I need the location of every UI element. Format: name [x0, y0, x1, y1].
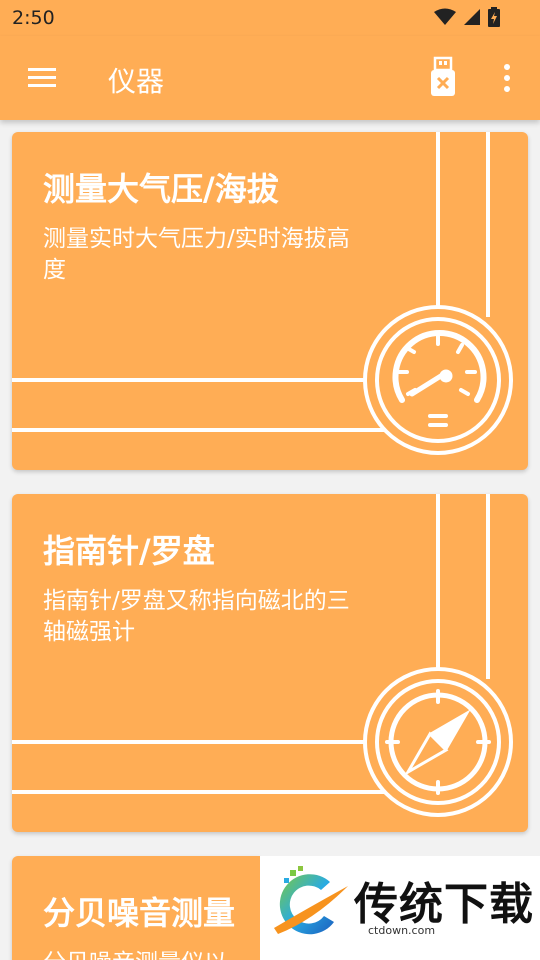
card-decibel[interactable]: 分贝噪音测量 分贝噪音测量仪以 [12, 856, 260, 960]
usb-off-icon[interactable] [428, 56, 458, 98]
signal-icon [464, 9, 480, 25]
watermark-logo [274, 866, 348, 935]
app-bar: 仪器 [0, 36, 540, 120]
status-bar: 2:50 [0, 0, 540, 36]
wifi-icon [434, 8, 456, 25]
status-time: 2:50 [12, 7, 55, 29]
card-description: 测量实时大气压力/实时海拔高度 [43, 226, 350, 283]
card-title: 指南针/罗盘 [43, 532, 215, 570]
compass-icon [385, 689, 491, 795]
battery-icon [488, 7, 500, 27]
card-compass[interactable]: 指南针/罗盘 指南针/罗盘又称指向磁北的三轴磁强计 [12, 494, 528, 832]
page-title: 仪器 [108, 65, 165, 98]
watermark-url: ctdown.com [368, 924, 436, 937]
card-description: 分贝噪音测量仪以 [43, 948, 260, 960]
watermark: 传统下载 ctdown.com [260, 856, 540, 960]
more-options-icon[interactable] [496, 62, 518, 94]
status-icons [434, 7, 500, 27]
card-title: 测量大气压/海拔 [43, 170, 279, 208]
card-barometer[interactable]: 测量大气压/海拔 测量实时大气压力/实时海拔高度 [12, 132, 528, 470]
watermark-text: 传统下载 [354, 879, 534, 930]
menu-icon[interactable] [26, 64, 58, 92]
gauge-icon [392, 329, 487, 427]
card-title: 分贝噪音测量 [43, 894, 236, 932]
card-description: 指南针/罗盘又称指向磁北的三轴磁强计 [43, 588, 350, 645]
